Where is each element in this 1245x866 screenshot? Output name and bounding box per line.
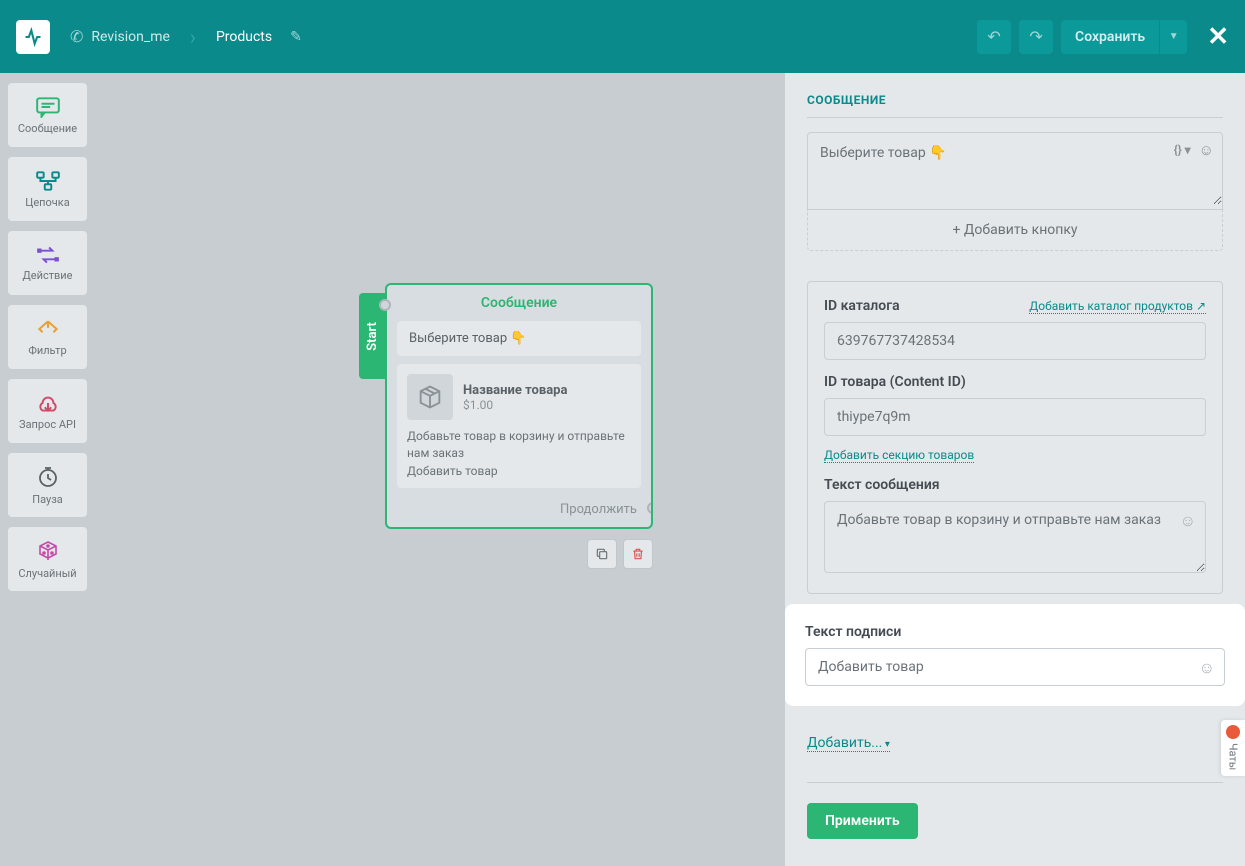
breadcrumb-page[interactable]: Products (216, 29, 272, 45)
chat-tab-label: Чаты (1227, 743, 1240, 770)
msg-text-label: Текст сообщения (824, 477, 1206, 493)
breadcrumb-sep-icon: › (190, 25, 196, 49)
breadcrumb: ✆ Revision_me › Products ✎ (70, 25, 302, 49)
node-product-preview: Название товара $1.00 Добавьте товар в к… (397, 364, 641, 488)
emoji-icon[interactable]: ☺ (1199, 658, 1215, 678)
save-dropdown[interactable]: ▼ (1159, 20, 1187, 54)
add-section-link[interactable]: Добавить секцию товаров (824, 448, 974, 463)
apply-button[interactable]: Применить (807, 803, 918, 839)
save-button[interactable]: Сохранить (1061, 20, 1159, 54)
panel-heading: СООБЩЕНИЕ (807, 93, 1223, 107)
message-textarea[interactable] (808, 133, 1222, 205)
tool-action[interactable]: Действие (8, 231, 87, 295)
duplicate-button[interactable] (587, 539, 617, 569)
add-more-dropdown[interactable]: Добавить... (807, 735, 890, 752)
whatsapp-icon: ✆ (70, 27, 83, 46)
catalog-id-input[interactable] (824, 322, 1206, 360)
signature-section: Текст подписи ☺ (789, 608, 1241, 702)
chat-tab[interactable]: Чаты (1221, 720, 1245, 776)
package-icon (407, 374, 453, 420)
top-bar: ✆ Revision_me › Products ✎ ↶ ↷ Сохранить… (0, 0, 1245, 73)
content-id-label: ID товара (Content ID) (824, 374, 1206, 390)
tool-random[interactable]: Случайный (8, 527, 87, 591)
breadcrumb-bot[interactable]: Revision_me (91, 29, 170, 45)
redo-button[interactable]: ↷ (1019, 20, 1053, 54)
undo-button[interactable]: ↶ (977, 20, 1011, 54)
delete-button[interactable] (623, 539, 653, 569)
edit-icon[interactable]: ✎ (290, 29, 302, 45)
tool-label: Цепочка (25, 196, 69, 209)
tool-chain[interactable]: Цепочка (8, 157, 87, 221)
product-price: $1.00 (463, 398, 567, 412)
tool-label: Фильтр (28, 344, 66, 357)
product-body-text: Добавьте товар в корзину и отправьте нам… (407, 428, 631, 462)
tool-filter[interactable]: Фильтр (8, 305, 87, 369)
node-message-preview: Выберите товар 👇 (397, 321, 641, 356)
message-textarea-wrap: {} ▾ ☺ (807, 132, 1223, 210)
signature-label: Текст подписи (805, 624, 1225, 640)
content-id-input[interactable] (824, 398, 1206, 436)
tool-pause[interactable]: Пауза (8, 453, 87, 517)
properties-panel: СООБЩЕНИЕ {} ▾ ☺ + Добавить кнопку ID ка… (785, 73, 1245, 866)
close-button[interactable]: ✕ (1207, 22, 1229, 52)
message-node[interactable]: Start Сообщение Выберите товар 👇 Названи… (385, 283, 653, 529)
node-continue[interactable]: Продолжить (387, 498, 651, 527)
product-name: Название товара (463, 383, 567, 398)
tool-api[interactable]: Запрос API (8, 379, 87, 443)
toolbox: Сообщение Цепочка Действие Фильтр Запрос… (0, 73, 95, 866)
tool-label: Запрос API (19, 418, 76, 431)
signature-input[interactable] (805, 648, 1225, 686)
node-title: Сообщение (387, 285, 651, 321)
add-button-row[interactable]: + Добавить кнопку (807, 210, 1223, 251)
node-input-port[interactable] (379, 299, 391, 311)
catalog-id-label: ID каталога (824, 298, 900, 314)
chat-notification-icon (1226, 725, 1240, 739)
emoji-icon[interactable]: ☺ (1180, 511, 1196, 531)
tool-label: Действие (23, 269, 73, 282)
product-section: ID каталога Добавить каталог продуктов ↗… (807, 281, 1223, 594)
msg-text-textarea[interactable] (824, 501, 1206, 573)
tool-message[interactable]: Сообщение (8, 83, 87, 147)
tool-label: Случайный (18, 567, 76, 580)
node-output-port[interactable] (647, 502, 653, 514)
add-catalog-link[interactable]: Добавить каталог продуктов ↗ (1029, 299, 1206, 314)
app-logo[interactable] (16, 20, 50, 54)
tool-label: Сообщение (18, 122, 77, 135)
tool-label: Пауза (32, 493, 63, 506)
emoji-icon[interactable]: ☺ (1199, 141, 1214, 159)
canvas[interactable]: Start Сообщение Выберите товар 👇 Названи… (95, 73, 785, 866)
variable-icon[interactable]: {} ▾ (1174, 143, 1191, 157)
product-footer-text: Добавить товар (407, 464, 631, 478)
